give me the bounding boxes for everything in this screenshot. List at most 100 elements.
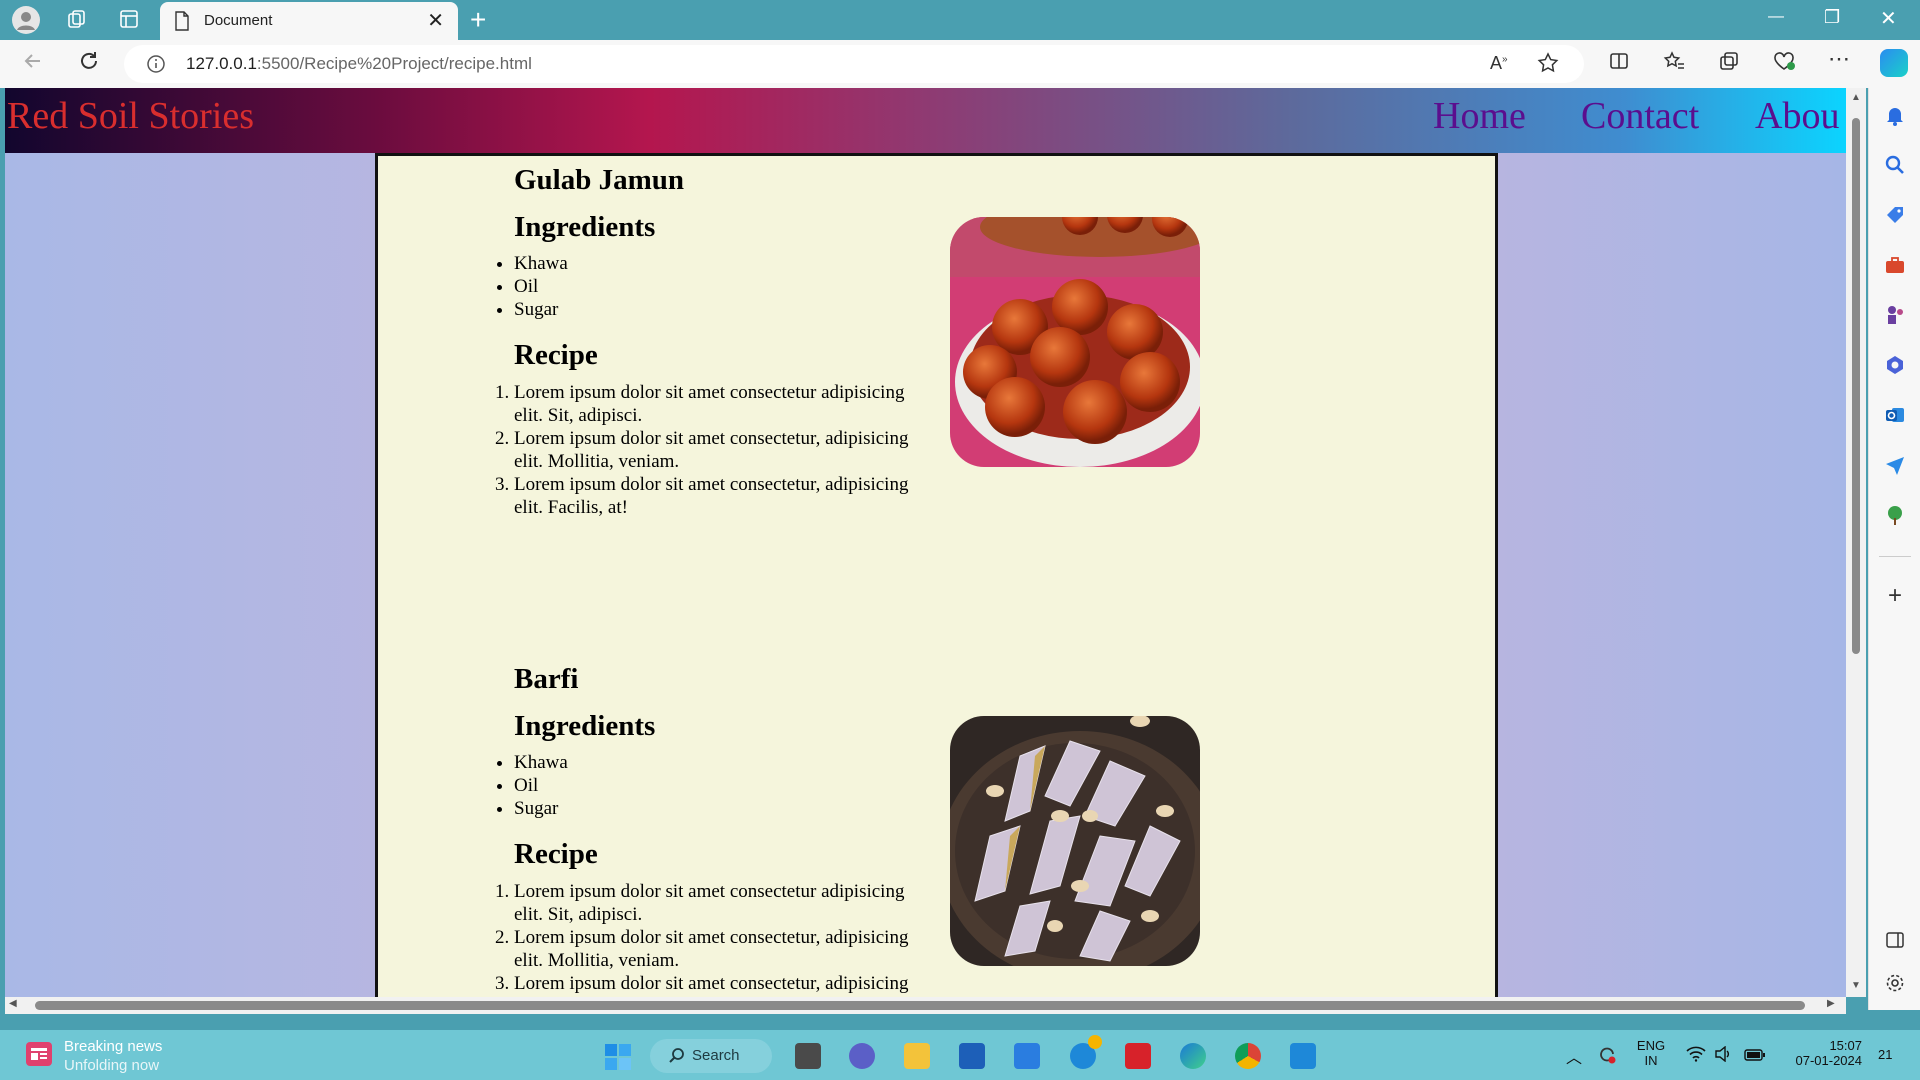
outlook-icon[interactable] [1883,404,1907,428]
horizontal-scrollbar[interactable]: ◀ ▶ [5,997,1846,1014]
address-toolbar: 127.0.0.1:5500/Recipe%20Project/recipe.h… [0,40,1920,88]
nav-contact[interactable]: Contact [1581,94,1699,138]
tab-document[interactable]: Document ✕ [160,2,458,40]
close-window-button[interactable]: ✕ [1880,6,1897,31]
new-tab-button[interactable]: + [470,4,486,36]
vertical-scrollbar[interactable]: ▲ ▼ [1846,88,1866,997]
scroll-up-icon[interactable]: ▲ [1851,92,1861,103]
myhp-icon[interactable] [1014,1043,1040,1069]
search-label: Search [692,1047,740,1064]
volume-icon[interactable] [1714,1045,1732,1067]
get-help-icon[interactable] [1070,1035,1102,1069]
refresh-icon[interactable] [78,50,100,78]
document-icon [174,11,190,36]
url-path: :5500/Recipe%20Project/recipe.html [256,54,532,73]
search-icon[interactable] [1883,154,1907,178]
mcafee-icon[interactable] [1125,1043,1151,1069]
ingredients-heading: Ingredients [514,710,656,742]
recipe-step: Lorem ipsum dolor sit amet consectetur, … [514,473,934,519]
more-menu-icon[interactable]: ⋯ [1828,46,1850,72]
restore-button[interactable]: ❐ [1824,7,1840,28]
browser-titlebar: Document ✕ + — ❐ ✕ [0,0,1920,40]
recipe-heading: Recipe [514,339,598,371]
copilot-icon[interactable] [1880,49,1908,77]
taskbar-clock[interactable]: 15:07 07-01-2024 [1780,1038,1863,1068]
url-host: 127.0.0.1 [186,54,257,73]
site-info-icon[interactable] [146,54,166,79]
start-icon[interactable] [604,1043,632,1076]
microsoft-store-icon[interactable] [959,1043,985,1069]
split-screen-icon[interactable] [1608,50,1630,78]
sync-icon[interactable] [1596,1044,1618,1071]
recipe-title: Gulab Jamun [514,164,685,196]
url-text[interactable]: 127.0.0.1:5500/Recipe%20Project/recipe.h… [186,54,532,74]
read-aloud-icon[interactable]: A» [1490,53,1508,74]
scroll-down-icon[interactable]: ▼ [1851,980,1861,991]
show-hidden-icons-icon[interactable]: ︿ [1566,1044,1582,1068]
language-label: ENG [1636,1038,1666,1053]
vertical-scroll-thumb[interactable] [1852,118,1860,654]
games-icon[interactable] [1883,304,1907,328]
gulab-jamun-photo [950,217,1200,467]
tab-actions-icon[interactable] [118,8,140,36]
ingredient-item: Khawa [514,252,934,275]
bell-icon[interactable] [1883,104,1907,128]
nav-about[interactable]: Abou [1755,94,1839,138]
vscode-icon[interactable] [1290,1043,1316,1069]
task-view-icon[interactable] [795,1043,821,1069]
site-header: Red Soil Stories Home Contact Abou [5,88,1846,153]
recipe-step: Lorem ipsum dolor sit amet consectetur a… [514,880,934,926]
favorites-icon[interactable] [1662,50,1686,78]
recipe-step: Lorem ipsum dolor sit amet consectetur, … [514,427,934,473]
favorite-star-icon[interactable] [1536,51,1560,80]
profile-icon[interactable] [12,6,40,34]
hide-sidebar-icon[interactable] [1883,930,1907,954]
tree-icon[interactable] [1883,504,1907,528]
barfi-photo [950,716,1200,966]
minimize-button[interactable]: — [1768,8,1784,26]
scroll-left-icon[interactable]: ◀ [9,998,17,1009]
collections-icon[interactable] [1718,50,1740,78]
send-icon[interactable] [1883,454,1907,478]
clock-time: 15:07 [1829,1038,1862,1053]
horizontal-scroll-thumb[interactable] [35,1001,1805,1010]
ingredient-item: Sugar [514,797,934,820]
nav-home[interactable]: Home [1433,94,1526,138]
ingredient-item: Sugar [514,298,934,321]
edge-icon[interactable] [1180,1043,1206,1069]
file-explorer-icon[interactable] [904,1043,930,1069]
tools-icon[interactable] [1883,254,1907,278]
language-indicator[interactable]: ENG IN [1634,1038,1668,1068]
ingredient-item: Oil [514,275,934,298]
ingredients-list: Khawa Oil Sugar [514,751,934,820]
ingredient-item: Oil [514,774,934,797]
recipe-title: Barfi [514,663,579,695]
news-widget[interactable]: Breaking news Unfolding now [0,1030,200,1080]
teams-chat-icon[interactable] [849,1043,875,1069]
browser-essentials-icon[interactable] [1772,50,1796,78]
shopping-tag-icon[interactable] [1883,204,1907,228]
settings-gear-icon[interactable] [1883,972,1907,996]
notification-count-badge[interactable]: 21 [1878,1047,1892,1062]
clock-date: 07-01-2024 [1795,1053,1863,1068]
address-bar[interactable]: 127.0.0.1:5500/Recipe%20Project/recipe.h… [124,45,1584,83]
microsoft-365-icon[interactable] [1883,354,1907,378]
chrome-icon[interactable] [1235,1043,1261,1069]
news-subtitle: Unfolding now [64,1057,160,1074]
close-tab-icon[interactable]: ✕ [427,8,444,33]
sidebar-divider [1879,556,1911,557]
scroll-right-icon[interactable]: ▶ [1827,998,1835,1009]
windows-taskbar: Breaking news Unfolding now Search ︿ ENG… [0,1030,1920,1080]
battery-icon[interactable] [1744,1048,1766,1066]
recipe-steps: Lorem ipsum dolor sit amet consectetur a… [514,381,934,519]
back-icon[interactable] [22,50,44,78]
tab-title: Document [204,12,273,29]
add-sidebar-app-icon[interactable]: + [1883,584,1907,608]
site-brand[interactable]: Red Soil Stories [7,94,254,138]
recipe-content: Gulab Jamun Ingredients Khawa Oil Sugar … [375,153,1498,997]
wifi-icon[interactable] [1686,1046,1706,1067]
taskbar-search[interactable]: Search [650,1039,772,1073]
recipe-heading: Recipe [514,838,598,870]
recipe-step: Lorem ipsum dolor sit amet consectetur, … [514,972,934,995]
workspaces-icon[interactable] [66,8,88,36]
